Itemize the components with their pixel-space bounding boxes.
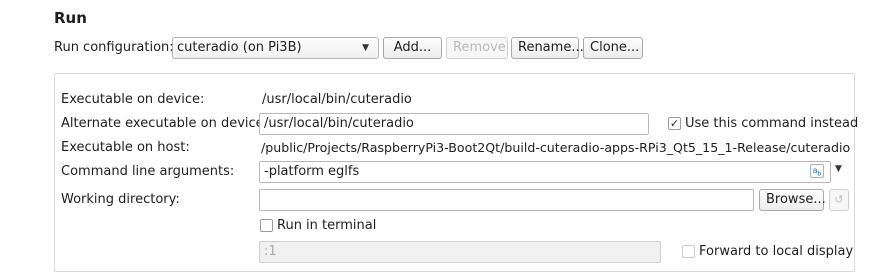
rename-button[interactable]: Rename...: [511, 37, 584, 59]
run-in-terminal-label: Run in terminal: [277, 218, 377, 233]
use-command-checkbox[interactable]: ✓: [668, 117, 681, 130]
chevron-down-icon: ▼: [362, 43, 369, 53]
clone-button[interactable]: Clone...: [583, 37, 643, 59]
run-in-terminal-checkbox[interactable]: [260, 219, 273, 232]
alt-exec-label: Alternate executable on device:: [61, 116, 269, 131]
chevron-down-icon[interactable]: ▼: [835, 164, 842, 174]
exec-device-value: /usr/local/bin/cuteradio: [262, 92, 412, 107]
display-input[interactable]: :1: [259, 241, 661, 263]
checkmark-icon: ✓: [669, 117, 680, 130]
run-config-label: Run configuration:: [54, 40, 174, 55]
run-config-combo[interactable]: cuteradio (on Pi3B) ▼: [172, 37, 379, 59]
run-config-value: cuteradio (on Pi3B): [177, 40, 302, 55]
cmd-args-label: Command line arguments:: [61, 164, 235, 179]
cmd-args-value: -platform eglfs: [264, 164, 360, 179]
remove-button[interactable]: Remove: [446, 37, 508, 59]
variables-icon[interactable]: ab: [810, 164, 824, 178]
working-dir-label: Working directory:: [61, 192, 180, 207]
cmd-args-input[interactable]: -platform eglfs: [259, 161, 831, 183]
browse-button[interactable]: Browse...: [759, 189, 826, 211]
forward-display-label: Forward to local display: [699, 244, 854, 259]
exec-host-label: Executable on host:: [61, 140, 190, 155]
working-dir-input[interactable]: [259, 189, 754, 211]
exec-host-value: /public/Projects/RaspberryPi3-Boot2Qt/bu…: [261, 140, 851, 155]
forward-display-checkbox[interactable]: [682, 245, 695, 258]
use-command-label: Use this command instead: [685, 116, 859, 131]
alt-exec-input[interactable]: /usr/local/bin/cuteradio: [259, 113, 649, 135]
section-title: Run: [54, 9, 87, 27]
add-button[interactable]: Add...: [383, 37, 442, 59]
reset-icon[interactable]: ↺: [829, 189, 849, 211]
exec-device-label: Executable on device:: [61, 92, 205, 107]
